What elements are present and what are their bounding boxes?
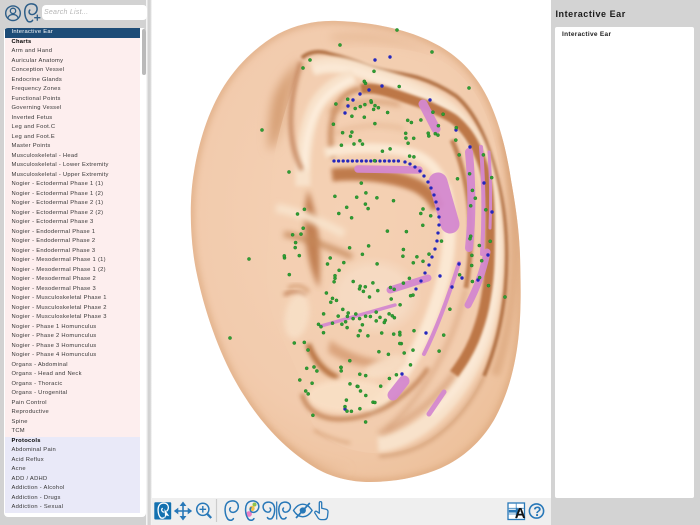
svg-text:?: ? bbox=[533, 504, 541, 519]
svg-text:A: A bbox=[515, 505, 526, 522]
